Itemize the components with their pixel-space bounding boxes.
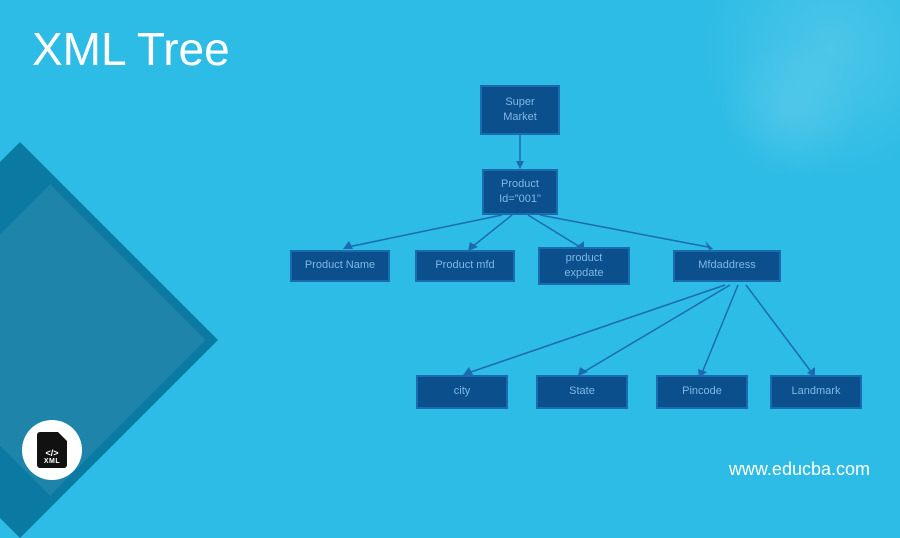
node-text: State: [569, 384, 595, 399]
node-text-line: Product: [501, 177, 539, 192]
node-state: State: [536, 375, 628, 409]
node-text-line: Super: [505, 95, 534, 110]
xml-icon-bracket: </>: [45, 449, 58, 458]
node-city: city: [416, 375, 508, 409]
node-text: Product Name: [305, 258, 375, 273]
xml-icon-label: XML: [44, 458, 60, 465]
node-text-line: Id="001": [499, 192, 541, 207]
node-text: city: [454, 384, 471, 399]
node-product-mfd: Product mfd: [415, 250, 515, 282]
node-product-expdate: product expdate: [538, 247, 630, 285]
xml-tree-diagram: Super Market Product Id="001" Product Na…: [280, 85, 880, 465]
node-text: Landmark: [792, 384, 841, 399]
node-landmark: Landmark: [770, 375, 862, 409]
page-title: XML Tree: [32, 22, 230, 76]
node-text-line: Market: [503, 110, 537, 125]
node-text: Product mfd: [435, 258, 494, 273]
node-product-name: Product Name: [290, 250, 390, 282]
xml-file-icon-body: </> XML: [37, 432, 67, 468]
node-text-line: expdate: [564, 266, 603, 281]
node-text-line: product: [566, 251, 603, 266]
node-text: Mfdaddress: [698, 258, 755, 273]
node-root-supermarket: Super Market: [480, 85, 560, 135]
node-mfdaddress: Mfdaddress: [673, 250, 781, 282]
node-text: Pincode: [682, 384, 722, 399]
node-product: Product Id="001": [482, 169, 558, 215]
node-pincode: Pincode: [656, 375, 748, 409]
xml-file-icon: </> XML: [22, 420, 82, 480]
